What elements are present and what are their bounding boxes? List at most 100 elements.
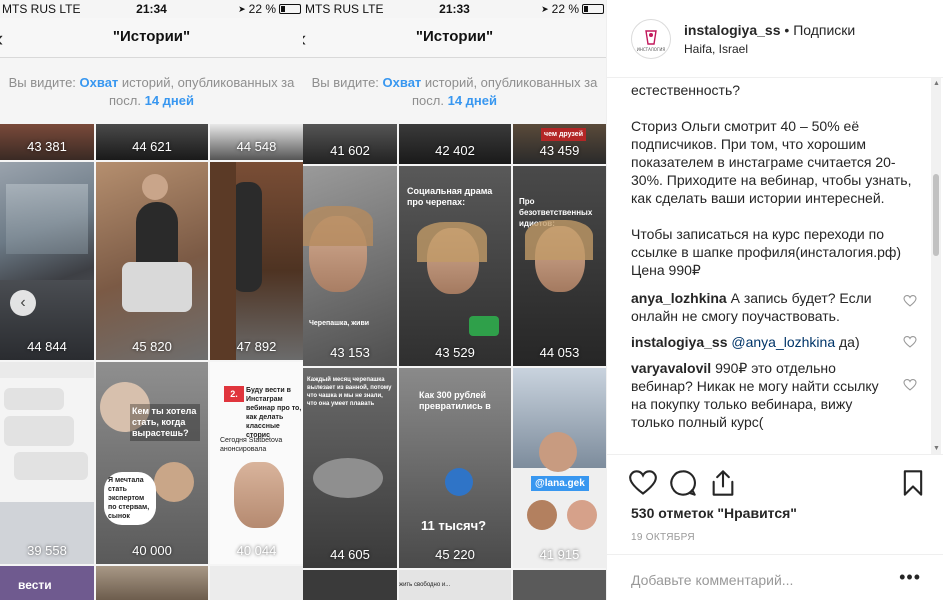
scroll-up-icon[interactable]: ▲: [933, 80, 940, 87]
story-reach-count: 44 605: [330, 547, 370, 562]
story-caption: Как 300 рублей превратились в: [419, 390, 491, 411]
story-caption: Черепашка, живи: [309, 320, 370, 327]
story-tile: Социальная драма про черепах: 43 529: [399, 166, 511, 366]
story-caption: Я мечтала стать экспертом по стервам, сы…: [104, 472, 156, 525]
story-tile: 2. Буду вести в Инстаграм вебинар про то…: [210, 362, 303, 564]
username-link[interactable]: instalogiya_ss: [684, 22, 781, 38]
stories-grid: 43 381 44 621 44 548 44 844 45 820 47 89…: [0, 124, 303, 600]
story-reach-count: 39 558: [27, 543, 67, 558]
story-tile: 42 402: [399, 124, 511, 164]
caption-paragraph: Чтобы записаться на курс переходи по ссы…: [631, 226, 902, 278]
comment-username[interactable]: varyavalovil: [631, 360, 711, 376]
story-reach-count: 45 220: [435, 547, 475, 562]
post-sidebar: ИНСТАЛОГИЯ instalogiya_ss • Подписки Hai…: [606, 0, 943, 600]
story-reach-count: 40 000: [132, 543, 172, 558]
story-caption: чем друзей: [541, 128, 586, 141]
post-header: ИНСТАЛОГИЯ instalogiya_ss • Подписки Hai…: [607, 0, 943, 78]
status-bar: MTS RUS LTE 21:33 ➤ 22 %: [303, 0, 606, 18]
like-comment-heart-icon[interactable]: [903, 336, 917, 348]
story-tile: [513, 570, 606, 600]
story-number-badge: 2.: [224, 386, 244, 402]
more-options-icon[interactable]: •••: [899, 567, 921, 588]
location-arrow-icon: ➤: [541, 3, 549, 14]
story-caption: ...верстать бояться и жить свободно и...: [399, 582, 451, 588]
comment-item: anya_lozhkina А запись будет? Если онлай…: [631, 289, 919, 325]
story-tile: вести: [0, 566, 94, 600]
story-reach-count: 41 602: [330, 143, 370, 158]
caption-paragraph: Сториз Ольги смотрит 40 – 50% её подписч…: [631, 118, 912, 206]
status-bar: MTS RUS LTE 21:34 ➤ 22 %: [0, 0, 303, 18]
story-reach-count: 44 844: [27, 339, 67, 354]
post-actions: 530 отметок "Нравится" 19 ОКТЯБРЯ: [607, 454, 943, 554]
battery-percent: 22 %: [551, 2, 579, 16]
nav-bar: ‹ "Истории": [0, 18, 303, 58]
like-comment-heart-icon[interactable]: [903, 295, 917, 307]
comment-item: instalogiya_ss @anya_lozhkina да): [631, 333, 919, 351]
bookmark-icon[interactable]: [899, 469, 927, 497]
story-reach-count: 45 820: [132, 339, 172, 354]
story-reach-count: 43 153: [330, 345, 370, 360]
follow-status[interactable]: Подписки: [793, 22, 855, 38]
story-tile: [303, 570, 397, 600]
story-tile: Каждый месяц черепашка вылезает из ванно…: [303, 368, 397, 568]
previous-arrow-icon[interactable]: ‹: [10, 290, 36, 316]
add-comment-bar: Добавьте комментарий... •••: [607, 554, 943, 600]
story-reach-count: 43 529: [435, 345, 475, 360]
story-reach-count: 44 053: [539, 345, 580, 360]
story-tile: [96, 566, 208, 600]
nav-bar: ‹ "Истории": [303, 18, 606, 58]
story-tile: 44 621: [96, 124, 208, 160]
story-tile: 39 558: [0, 362, 94, 564]
story-tile: 47 892: [210, 162, 303, 360]
story-caption: Социальная драма про черепах:: [407, 186, 493, 207]
story-tile: [210, 566, 303, 600]
avatar[interactable]: ИНСТАЛОГИЯ: [631, 19, 671, 59]
brand-logo-icon: ИНСТАЛОГИЯ: [633, 21, 669, 57]
story-tile: 44 548: [210, 124, 303, 160]
story-reach-count: 44 621: [132, 139, 172, 154]
battery-icon: [582, 4, 604, 14]
story-caption: Кем ты хотела стать, когда вырастешь?: [130, 404, 200, 441]
likes-count[interactable]: 530 отметок "Нравится": [631, 505, 797, 521]
comment-username[interactable]: anya_lozhkina: [631, 290, 727, 306]
story-tile: 41 602: [303, 124, 397, 164]
header-separator: •: [780, 22, 794, 38]
story-caption: вести: [18, 578, 52, 592]
story-tile: ...верстать бояться и жить свободно и...: [399, 570, 511, 600]
post-photo[interactable]: MTS RUS LTE 21:34 ➤ 22 % ‹ "Истории" Вы …: [0, 0, 606, 600]
comment-username[interactable]: instalogiya_ss: [631, 334, 728, 350]
story-caption: @lana.gek: [531, 476, 589, 491]
share-icon[interactable]: [709, 469, 737, 497]
reach-filter-text: Вы видите: Охват историй, опубликованных…: [311, 75, 598, 108]
post-date: 19 ОКТЯБРЯ: [631, 532, 695, 543]
story-tile: чем друзей 43 459: [513, 124, 606, 164]
phone-screenshot-right: MTS RUS LTE 21:33 ➤ 22 % ‹ "Истории" Вы …: [303, 0, 606, 600]
story-reach-count: 43 381: [27, 139, 67, 154]
phone-screenshot-left: MTS RUS LTE 21:34 ➤ 22 % ‹ "Истории" Вы …: [0, 0, 303, 600]
comment-input[interactable]: Добавьте комментарий...: [631, 572, 793, 588]
scroll-down-icon[interactable]: ▼: [933, 445, 940, 452]
story-tile: Как 300 рублей превратились в 11 тысяч? …: [399, 368, 511, 568]
screen-title: "Истории": [112, 28, 191, 45]
battery-percent: 22 %: [248, 2, 276, 16]
reach-filter-text: Вы видите: Охват историй, опубликованных…: [8, 75, 295, 108]
story-tile: Кем ты хотела стать, когда вырастешь? Я …: [96, 362, 208, 564]
like-heart-icon[interactable]: [629, 469, 657, 497]
comments-scrollbar[interactable]: ▲ ▼: [931, 78, 941, 454]
battery-icon: [279, 4, 301, 14]
scrollbar-thumb[interactable]: [933, 174, 939, 256]
comment-mention[interactable]: @anya_lozhkina: [731, 334, 835, 350]
story-caption: Каждый месяц черепашка вылезает из ванно…: [307, 377, 392, 407]
story-tile: Черепашка, живи 43 153: [303, 166, 397, 366]
comment-bubble-icon[interactable]: [669, 469, 697, 497]
location-arrow-icon: ➤: [238, 3, 246, 14]
story-reach-count: 42 402: [435, 143, 475, 158]
svg-text:ИНСТАЛОГИЯ: ИНСТАЛОГИЯ: [637, 47, 666, 52]
story-tile: Про безответственных идиотов: 44 053: [513, 166, 606, 366]
story-reach-count: 44 548: [236, 139, 277, 154]
like-comment-heart-icon[interactable]: [903, 379, 917, 391]
caption-paragraph: естественность?: [631, 82, 741, 98]
story-tile: @lana.gek 41 915: [513, 368, 606, 568]
location-link[interactable]: Haifa, Israel: [684, 42, 748, 56]
comment-item: varyavalovil 990₽ это отдельно вебинар? …: [631, 359, 919, 431]
